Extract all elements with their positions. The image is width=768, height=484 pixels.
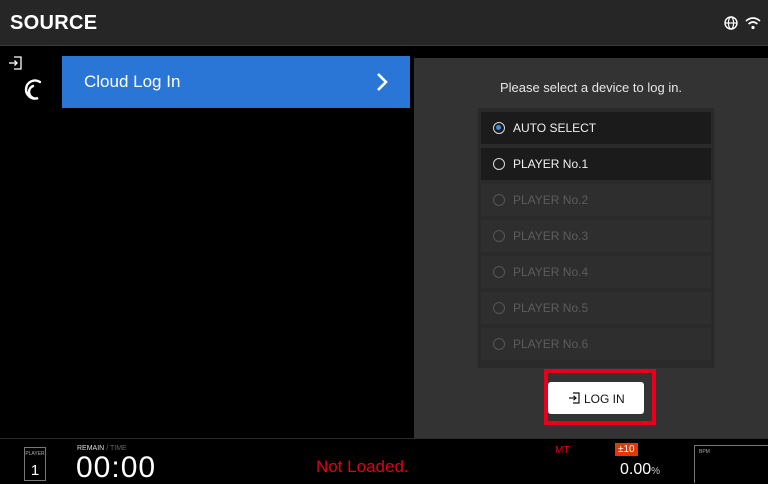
globe-icon[interactable] [722, 14, 740, 32]
log-in-button[interactable]: LOG IN [548, 382, 644, 414]
page-title: SOURCE [10, 12, 98, 34]
device-option-label: PLAYER No.1 [513, 157, 589, 171]
top-header: SOURCE [0, 0, 768, 46]
device-option-label: PLAYER No.5 [513, 301, 589, 315]
radio-button [493, 230, 505, 242]
radio-button [493, 338, 505, 350]
source-list-panel: Cloud Log In [0, 46, 410, 434]
login-prompt: Please select a device to log in. [499, 80, 683, 95]
source-icon-area [0, 56, 62, 108]
pitch-value: 0.00 [620, 461, 652, 478]
cloud-logo-icon [24, 79, 42, 100]
device-option-auto-select[interactable]: AUTO SELECT [481, 112, 711, 144]
player-label: PLAYER [25, 451, 45, 457]
tempo-range-badge: ±10 [615, 443, 638, 456]
wifi-icon[interactable] [744, 14, 762, 32]
device-option-player-1[interactable]: PLAYER No.1 [481, 148, 711, 180]
radio-button[interactable] [493, 158, 505, 170]
device-option-label: PLAYER No.2 [513, 193, 589, 207]
login-arrow-icon [9, 56, 22, 70]
sidebar-item-label: Cloud Log In [84, 72, 181, 91]
device-option-player-2: PLAYER No.2 [481, 184, 711, 216]
login-arrow-icon [569, 392, 580, 404]
device-option-label: PLAYER No.6 [513, 337, 589, 351]
radio-button [493, 302, 505, 314]
device-option-label: PLAYER No.3 [513, 229, 589, 243]
radio-button[interactable] [493, 122, 505, 134]
pitch-readout: 0.00% [620, 461, 660, 479]
device-option-player-4: PLAYER No.4 [481, 256, 711, 288]
bpm-display: BPM [694, 445, 768, 483]
login-panel: Please select a device to log in. AUTO S… [414, 58, 768, 438]
device-option-player-6: PLAYER No.6 [481, 328, 711, 360]
radio-button [493, 266, 505, 278]
device-option-player-3: PLAYER No.3 [481, 220, 711, 252]
player-number: 1 [30, 462, 40, 479]
device-option-label: PLAYER No.4 [513, 265, 589, 279]
log-in-button-label: LOG IN [584, 392, 625, 406]
master-tempo-indicator: MT [555, 445, 570, 456]
pitch-unit: % [651, 466, 661, 477]
device-select-list: AUTO SELECT PLAYER No.1 PLAYER No.2 PLAY… [478, 108, 714, 368]
bpm-label: BPM [699, 449, 710, 455]
sidebar-item-cloud-log-in[interactable]: Cloud Log In [62, 56, 410, 108]
status-bar: PLAYER 1 REMAIN / TIME 00:00 Not Loaded.… [0, 438, 768, 484]
player-indicator: PLAYER 1 [24, 447, 46, 481]
device-option-player-5: PLAYER No.5 [481, 292, 711, 324]
radio-button [493, 194, 505, 206]
load-status: Not Loaded. [316, 457, 409, 476]
time-display: 00:00 [76, 451, 157, 484]
device-option-label: AUTO SELECT [513, 121, 597, 135]
chevron-right-icon [377, 73, 388, 91]
